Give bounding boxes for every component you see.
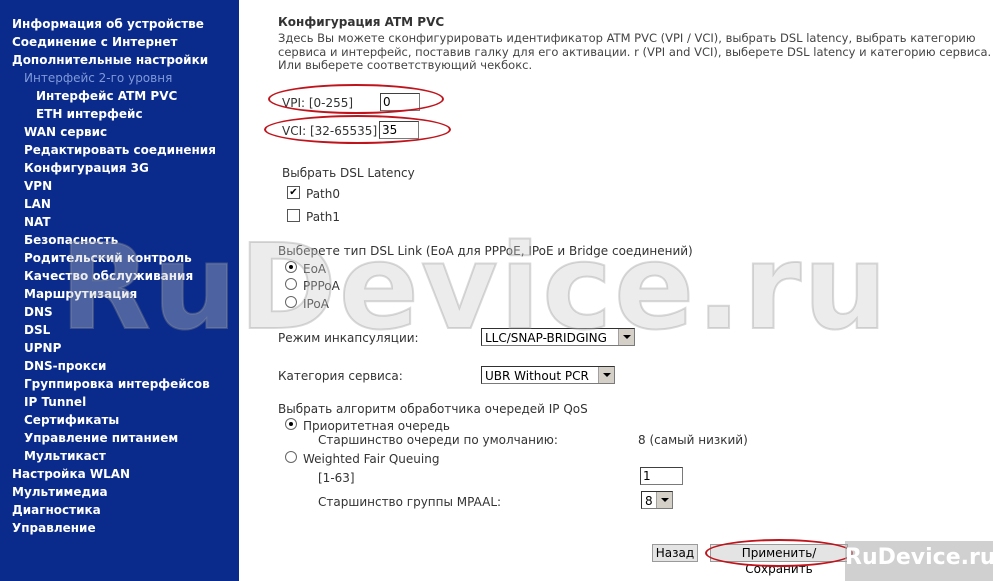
- corner-watermark: RuDevice.ru: [845, 541, 993, 581]
- sidebar-item[interactable]: DNS-прокси: [24, 357, 106, 375]
- chevron-down-icon[interactable]: [598, 367, 614, 383]
- encapsulation-select[interactable]: LLC/SNAP-BRIDGING: [481, 328, 635, 346]
- chevron-down-icon[interactable]: [656, 492, 672, 508]
- path0-checkbox[interactable]: ✔: [287, 186, 300, 199]
- vci-input[interactable]: [379, 121, 419, 139]
- default-priority-label: Старшинство очереди по умолчанию:: [318, 433, 558, 447]
- page-title: Конфигурация ATM PVC: [278, 15, 445, 29]
- qos-label: Выбрать алгоритм обработчика очередей IP…: [278, 402, 588, 416]
- chevron-down-icon[interactable]: [618, 329, 634, 345]
- sidebar-item[interactable]: NAT: [24, 213, 51, 231]
- wfq-radio[interactable]: [285, 451, 297, 463]
- back-button[interactable]: Назад: [652, 544, 698, 562]
- sidebar-item[interactable]: UPNP: [24, 339, 61, 357]
- sidebar-item[interactable]: Интерфейс ATM PVC: [36, 87, 177, 105]
- path1-checkbox[interactable]: [287, 209, 300, 222]
- sidebar-item[interactable]: Информация об устройстве: [12, 15, 204, 33]
- service-category-selected-value: UBR Without PCR: [485, 369, 589, 383]
- sidebar-item[interactable]: Интерфейс 2-го уровня: [24, 69, 172, 87]
- ipoa-radio[interactable]: [285, 296, 297, 308]
- main-content: Конфигурация ATM PVC Здесь Вы можете ско…: [239, 0, 993, 581]
- sidebar-item[interactable]: ETH интерфейс: [36, 105, 143, 123]
- encapsulation-label: Режим инкапсуляции:: [278, 331, 419, 345]
- sidebar-item[interactable]: Мультикаст: [24, 447, 106, 465]
- sidebar-item[interactable]: Управление питанием: [24, 429, 178, 447]
- sidebar-item[interactable]: Мультимедиа: [12, 483, 108, 501]
- sidebar-nav: Информация об устройстве Соединение с Инт…: [0, 0, 239, 581]
- sidebar-item[interactable]: Маршрутизация: [24, 285, 137, 303]
- sidebar-item[interactable]: Конфигурация 3G: [24, 159, 149, 177]
- vpi-input[interactable]: [380, 93, 420, 111]
- link-type-label: Выберете тип DSL Link (EoA для PPPoE, IP…: [278, 244, 693, 258]
- sidebar-item[interactable]: Родительский контроль: [24, 249, 192, 267]
- service-category-label: Категория сервиса:: [278, 369, 403, 383]
- sidebar-item[interactable]: IP Tunnel: [24, 393, 86, 411]
- wfq-range-label: [1-63]: [318, 471, 355, 485]
- sidebar-item[interactable]: Настройка WLAN: [12, 465, 130, 483]
- mpaal-select[interactable]: 8: [641, 491, 673, 509]
- wfq-label: Weighted Fair Queuing: [303, 452, 440, 466]
- priority-queue-radio[interactable]: [285, 418, 297, 430]
- sidebar-item[interactable]: Сертификаты: [24, 411, 119, 429]
- priority-queue-label: Приоритетная очередь: [303, 419, 450, 433]
- sidebar-item[interactable]: Безопасность: [24, 231, 118, 249]
- sidebar-item[interactable]: DSL: [24, 321, 50, 339]
- pppoa-label: PPPoA: [303, 279, 340, 293]
- mpaal-selected-value: 8: [645, 494, 653, 508]
- page-description: Здесь Вы можете сконфигурировать идентиф…: [278, 31, 992, 72]
- sidebar-item[interactable]: Соединение с Интернет: [12, 33, 177, 51]
- sidebar-item[interactable]: VPN: [24, 177, 52, 195]
- path0-label: Path0: [306, 187, 340, 201]
- path1-label: Path1: [306, 210, 340, 224]
- sidebar-item[interactable]: Управление: [12, 519, 96, 537]
- ipoa-label: IPoA: [303, 297, 329, 311]
- mpaal-label: Старшинство группы MPAAL:: [318, 495, 502, 509]
- encapsulation-selected-value: LLC/SNAP-BRIDGING: [485, 331, 607, 345]
- apply-save-button[interactable]: Применить/Сохранить: [710, 544, 848, 576]
- sidebar-item[interactable]: Редактировать соединения: [24, 141, 216, 159]
- default-priority-value: 8 (самый низкий): [638, 433, 748, 447]
- sidebar-item[interactable]: WAN сервис: [24, 123, 107, 141]
- sidebar-item[interactable]: Качество обслуживания: [24, 267, 193, 285]
- vpi-label: VPI: [0-255]: [282, 96, 354, 110]
- vci-label: VCI: [32-65535]: [282, 124, 378, 138]
- eoa-radio[interactable]: [285, 261, 297, 273]
- sidebar-item[interactable]: Дополнительные настройки: [12, 51, 208, 69]
- wfq-input[interactable]: [640, 467, 683, 485]
- sidebar-item[interactable]: Диагностика: [12, 501, 101, 519]
- eoa-label: EoA: [303, 262, 327, 276]
- sidebar-item[interactable]: Группировка интерфейсов: [24, 375, 210, 393]
- service-category-select[interactable]: UBR Without PCR: [481, 366, 615, 384]
- sidebar-item[interactable]: LAN: [24, 195, 51, 213]
- latency-label: Выбрать DSL Latency: [282, 166, 415, 180]
- sidebar-item[interactable]: DNS: [24, 303, 53, 321]
- pppoa-radio[interactable]: [285, 278, 297, 290]
